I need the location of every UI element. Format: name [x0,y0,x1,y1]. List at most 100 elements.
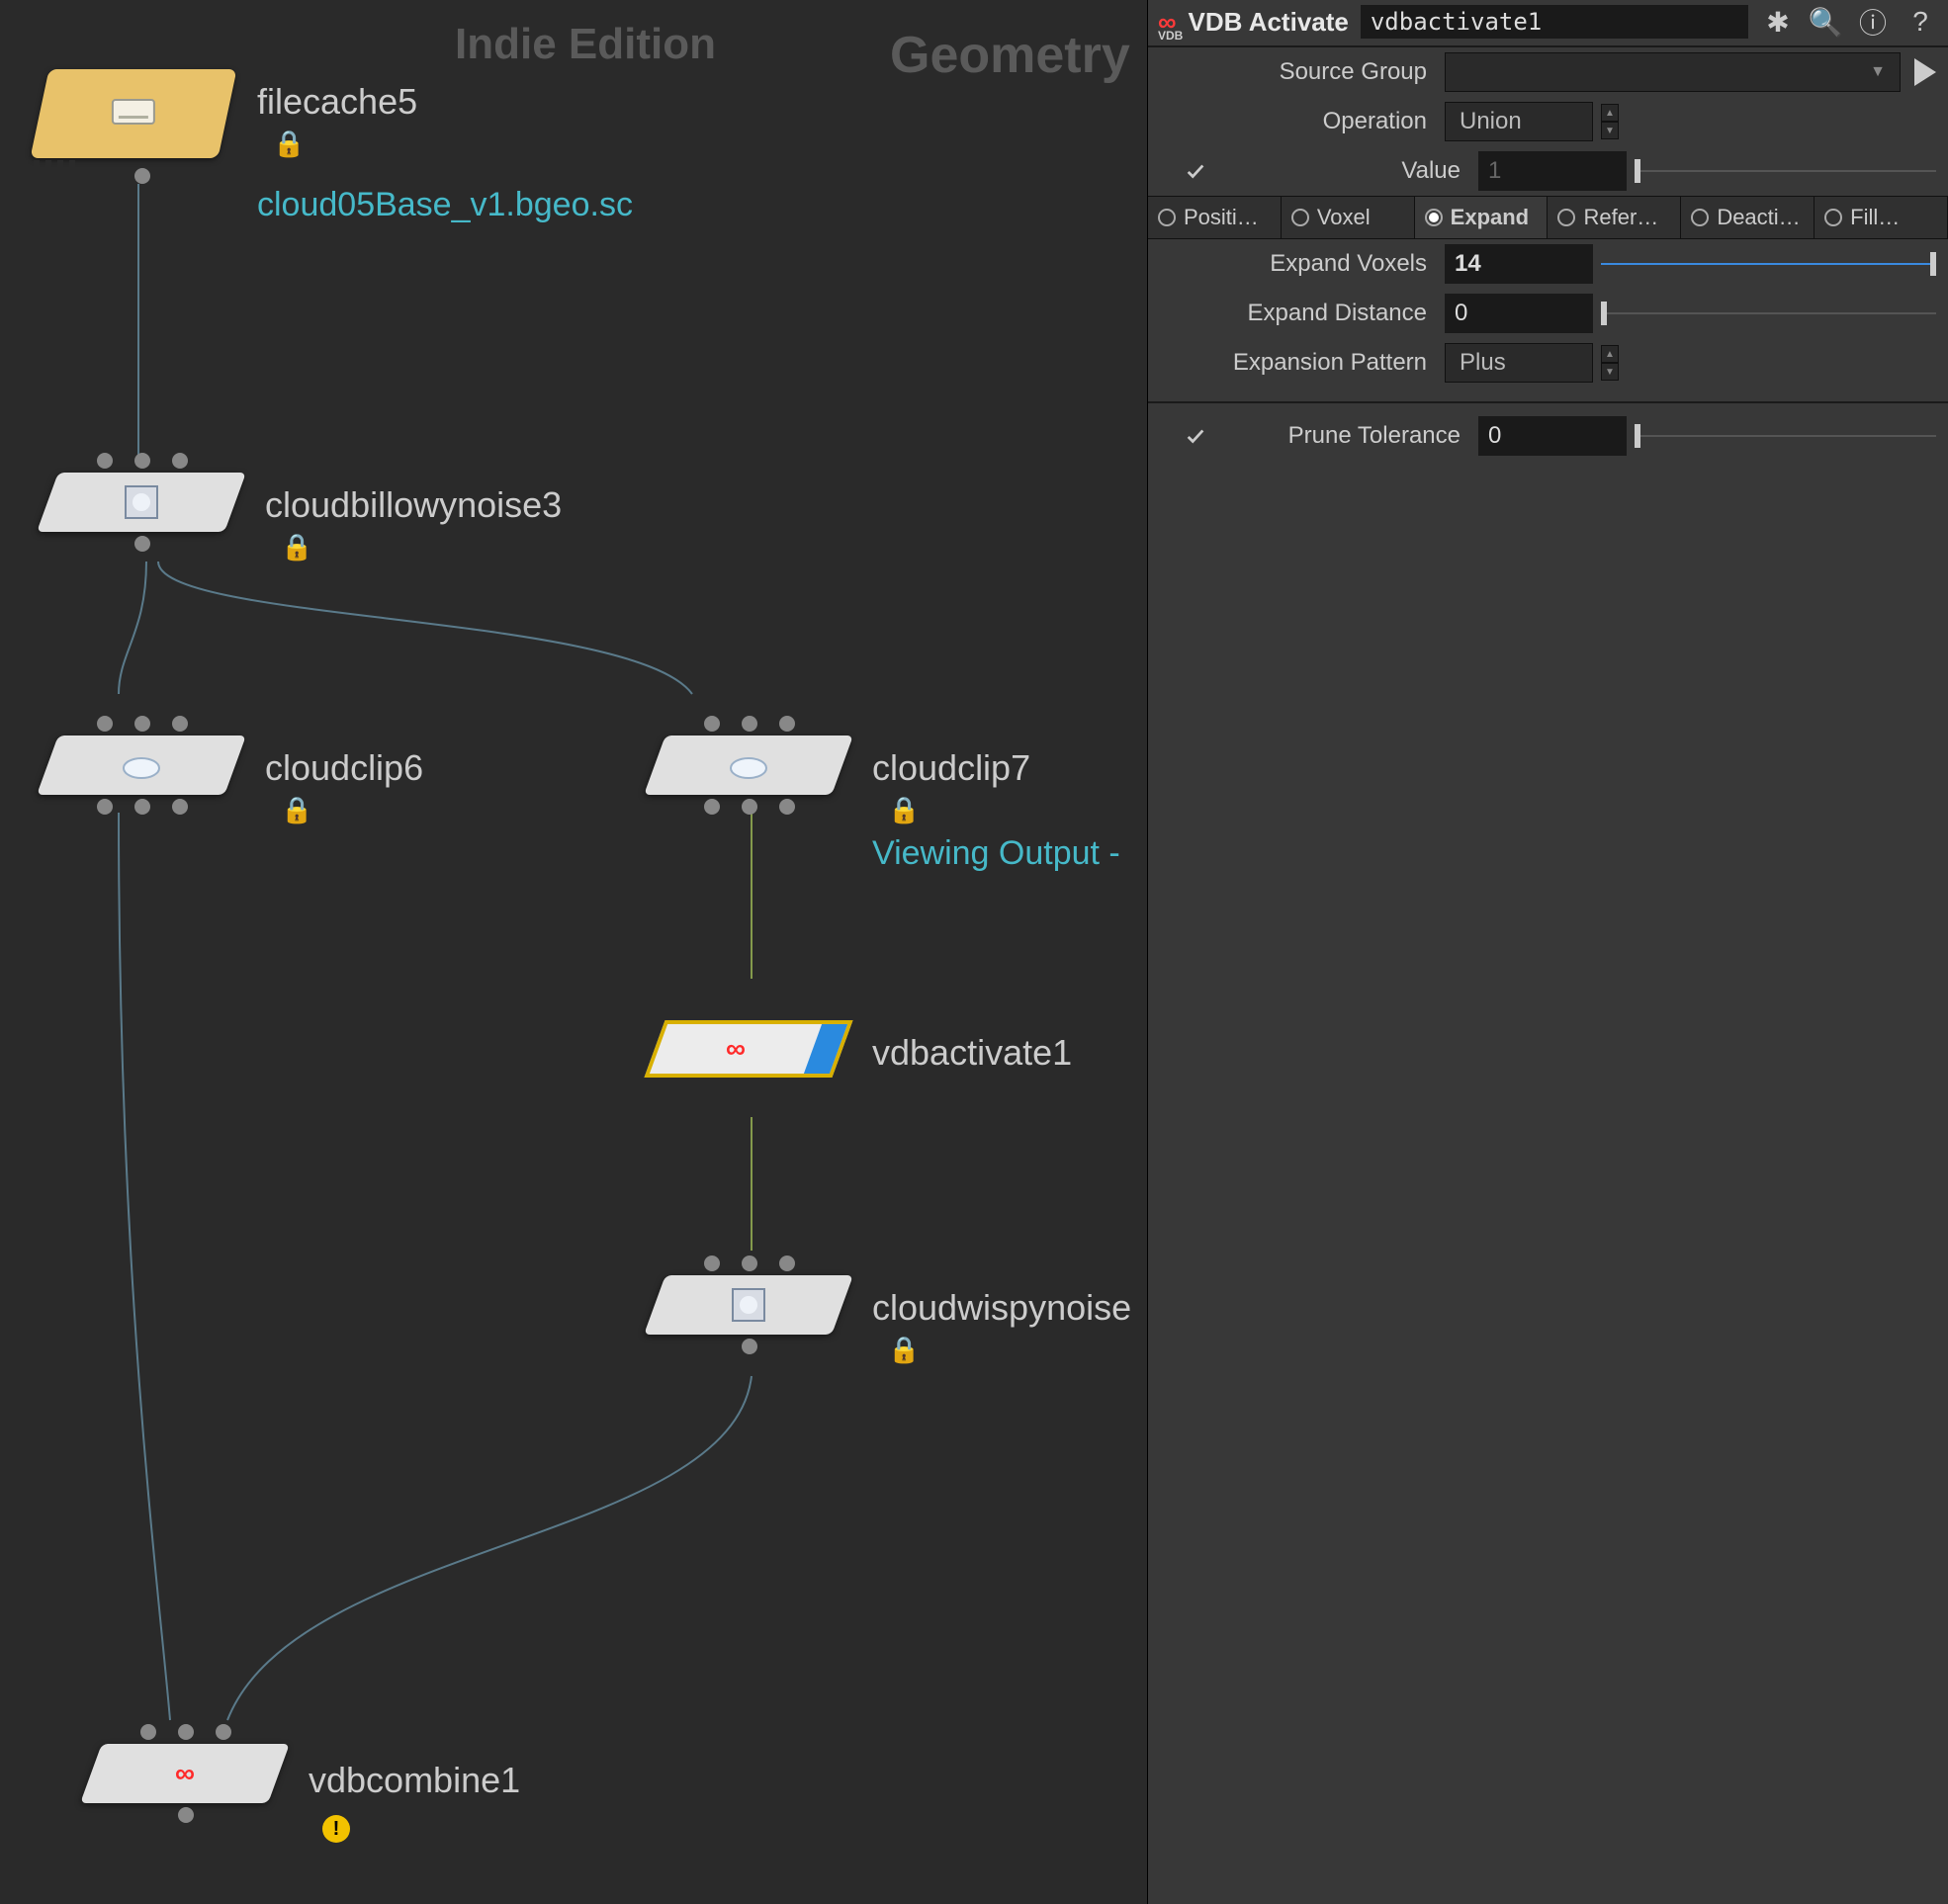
tab-voxel[interactable]: Voxel [1282,197,1415,238]
cache-stripes [22,160,85,188]
vdb-logo-icon: ∞ [163,1752,207,1795]
disk-icon [111,94,156,134]
expand-distance-slider[interactable] [1601,294,1936,333]
prune-tolerance-field[interactable] [1478,416,1627,456]
expand-voxels-field[interactable] [1445,244,1593,284]
gear-icon[interactable]: ✱ [1760,4,1796,40]
divider [1148,401,1948,403]
output-port[interactable] [134,799,150,815]
node-cloudclip7[interactable]: cloudclip7 🔒 Viewing Output - [655,736,842,795]
node-body[interactable] [30,69,236,158]
input-port[interactable] [178,1724,194,1740]
input-port[interactable] [97,453,113,469]
input-port[interactable] [172,716,188,732]
input-port[interactable] [704,1255,720,1271]
node-body[interactable]: ∞ [644,1020,852,1078]
value-enable-checkbox[interactable] [1182,157,1209,185]
output-port[interactable] [779,799,795,815]
vdb-logo-icon: ∞ [659,1024,813,1074]
lock-icon: 🔒 [281,532,312,563]
tab-reference[interactable]: Refer… [1548,197,1681,238]
output-port[interactable] [742,799,757,815]
node-cloudbillowynoise3[interactable]: cloudbillowynoise3 🔒 [47,473,235,532]
node-label: filecache5 [257,81,417,123]
input-port[interactable] [742,716,757,732]
tab-fill[interactable]: Fill… [1815,197,1948,238]
label-expansion-pattern: Expansion Pattern [1148,349,1445,377]
input-port[interactable] [779,716,795,732]
node-label: cloudclip7 [872,747,1030,789]
input-port[interactable] [742,1255,757,1271]
node-name-field[interactable] [1361,5,1748,39]
source-group-dropdown[interactable]: ▼ [1445,52,1901,92]
search-icon[interactable]: 🔍 [1808,4,1843,40]
output-port[interactable] [704,799,720,815]
operation-stepper[interactable]: ▲▼ [1601,104,1619,139]
operation-dropdown[interactable]: Union [1445,102,1593,141]
node-label: cloudclip6 [265,747,423,789]
lock-icon: 🔒 [888,1335,920,1365]
info-icon[interactable]: ⓘ [1855,4,1891,40]
operator-type: VDB Activate [1189,7,1349,38]
lock-icon: 🔒 [888,795,920,825]
cloudnoise-square-icon [120,480,163,524]
node-filecache5[interactable]: filecache5 🔒 cloud05Base_v1.bgeo.sc [40,69,227,158]
label-prune-tolerance: Prune Tolerance [1223,422,1478,450]
output-port[interactable] [178,1807,194,1823]
param-header: ∞VDB VDB Activate ✱ 🔍 ⓘ ? [1148,0,1948,47]
group-select-arrow-icon[interactable] [1914,58,1936,86]
node-cloudwispynoise[interactable]: cloudwispynoise 🔒 [655,1275,842,1335]
output-port[interactable] [172,799,188,815]
parameter-pane: ∞VDB VDB Activate ✱ 🔍 ⓘ ? Source Group ▼… [1147,0,1948,1904]
tab-position[interactable]: Positi… [1148,197,1282,238]
expand-voxels-slider[interactable] [1601,244,1936,284]
label-operation: Operation [1148,108,1445,135]
label-value: Value [1223,157,1478,185]
lock-icon: 🔒 [273,129,305,159]
node-vdbactivate1[interactable]: ∞ vdbactivate1 [655,1020,842,1078]
expansion-pattern-stepper[interactable]: ▲▼ [1601,345,1619,381]
node-label: cloudwispynoise [872,1287,1131,1329]
vdb-logo-icon: ∞VDB [1158,7,1177,38]
output-port[interactable] [134,168,150,184]
expansion-pattern-value: Plus [1460,349,1506,377]
node-label: vdbcombine1 [309,1760,520,1801]
tab-expand[interactable]: Expand [1415,197,1549,238]
chevron-down-icon: ▼ [1870,63,1886,81]
help-icon[interactable]: ? [1903,4,1938,40]
node-cloudclip6[interactable]: cloudclip6 🔒 [47,736,235,795]
input-port[interactable] [172,453,188,469]
input-port[interactable] [779,1255,795,1271]
output-port[interactable] [97,799,113,815]
operation-value: Union [1460,108,1522,135]
output-port[interactable] [134,536,150,552]
node-label: vdbactivate1 [872,1032,1072,1074]
value-field [1478,151,1627,191]
display-status: Viewing Output - [872,834,1120,873]
prune-enable-checkbox[interactable] [1182,422,1209,450]
cloudnoise-square-icon [727,1283,770,1327]
graph-wires [0,0,1147,1904]
input-port[interactable] [97,716,113,732]
output-port[interactable] [742,1339,757,1354]
lock-icon: 🔒 [281,795,312,825]
node-graph[interactable]: Indie Edition Geometry filecache5 🔒 clou… [0,0,1147,1904]
asset-path: cloud05Base_v1.bgeo.sc [257,186,633,224]
prune-tolerance-slider[interactable] [1635,416,1936,456]
label-expand-voxels: Expand Voxels [1148,250,1445,278]
input-port[interactable] [140,1724,156,1740]
region-tabs: Positi… Voxel Expand Refer… Deacti… Fill… [1148,196,1948,239]
input-port[interactable] [134,453,150,469]
warning-icon: ! [322,1815,350,1843]
node-vdbcombine1[interactable]: ∞ vdbcombine1 ! [91,1744,279,1803]
cloud-icon [727,743,770,787]
expand-distance-field[interactable] [1445,294,1593,333]
tab-deactivate[interactable]: Deacti… [1681,197,1815,238]
value-slider [1635,151,1936,191]
input-port[interactable] [704,716,720,732]
label-expand-distance: Expand Distance [1148,300,1445,327]
label-source-group: Source Group [1148,58,1445,86]
input-port[interactable] [216,1724,231,1740]
input-port[interactable] [134,716,150,732]
expansion-pattern-dropdown[interactable]: Plus [1445,343,1593,383]
